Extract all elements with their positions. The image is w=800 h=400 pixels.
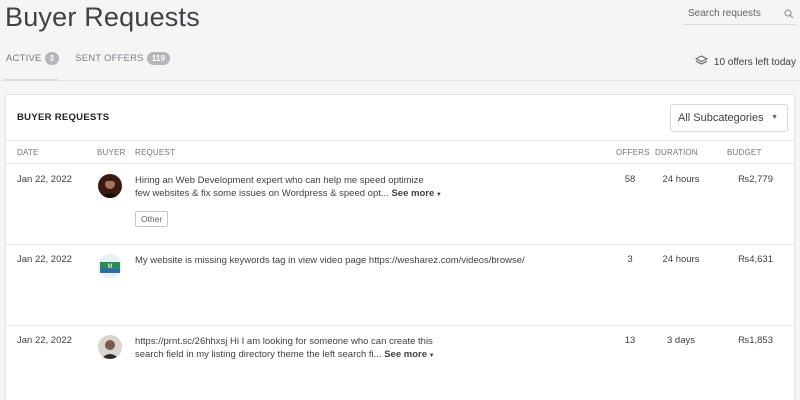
avatar[interactable]: M [98,254,122,278]
search-input[interactable]: Search requests [683,3,796,25]
table-row[interactable]: Jan 22, 2022 Hiring an Web Development e… [6,165,794,245]
offers-left-indicator: 10 offers left today [694,55,796,70]
row-budget: ₨4,631 [738,254,773,265]
see-more-link[interactable]: See more ▼ [391,188,441,199]
avatar[interactable] [98,335,122,359]
col-duration: DURATION [655,148,698,157]
row-duration: 24 hours [662,174,700,185]
request-text: My website is missing keywords tag in vi… [135,254,555,267]
search-icon[interactable] [782,7,796,21]
row-date: Jan 22, 2022 [17,174,72,185]
request-line: Hiring an Web Development expert who can… [135,175,424,186]
table-header: DATE BUYER REQUEST OFFERS DURATION BUDGE… [6,141,794,164]
tabs: ACTIVE 3 SENT OFFERS 119 [6,52,171,65]
see-more-label: See more [384,349,427,360]
request-line: My website is missing keywords tag in vi… [135,255,525,266]
request-text: https://prnt.sc/26hhxsj Hi I am looking … [135,335,455,363]
chevron-down-icon: ▼ [434,192,442,198]
row-budget: ₨1,853 [738,335,773,346]
row-offers: 58 [624,174,636,185]
svg-text:M: M [108,264,113,270]
subcategory-select[interactable]: All Subcategories ▼ [670,104,788,132]
table-row[interactable]: Jan 22, 2022 https://prnt.sc/26hhxsj Hi … [6,326,794,400]
row-budget: ₨2,779 [738,174,773,185]
row-date: Jan 22, 2022 [17,335,72,346]
request-line: search field in my listing directory the… [135,348,455,363]
request-line-text: search field in my listing directory the… [135,349,382,360]
tab-divider [0,80,800,81]
see-more-label: See more [391,188,435,199]
page-title: Buyer Requests [5,2,200,32]
row-date: Jan 22, 2022 [17,254,72,265]
active-tab-indicator [4,79,58,81]
card-title: BUYER REQUESTS [17,112,110,123]
chevron-down-icon: ▼ [427,353,435,359]
see-more-link[interactable]: See more ▼ [384,349,434,360]
request-line: https://prnt.sc/26hhxsj Hi I am looking … [135,336,433,347]
tab-sent-offers[interactable]: SENT OFFERS 119 [75,52,171,65]
col-request: REQUEST [135,148,176,157]
row-duration: 24 hours [662,254,700,265]
table-row[interactable]: Jan 22, 2022 M My website is missing key… [6,245,794,326]
request-line-text: few websites & fix some issues on Wordpr… [135,188,389,199]
request-line: few websites & fix some issues on Wordpr… [135,187,455,202]
row-offers: 13 [624,335,636,346]
request-text: Hiring an Web Development expert who can… [135,174,455,202]
row-offers: 3 [627,254,633,265]
tab-label: SENT OFFERS [75,53,144,64]
col-budget: BUDGET [727,148,762,157]
chevron-down-icon: ▼ [771,114,778,121]
tab-active[interactable]: ACTIVE 3 [6,52,60,65]
count-badge: 119 [146,52,171,65]
buyer-requests-card: BUYER REQUESTS All Subcategories ▼ DATE … [5,94,795,400]
subcategory-value: All Subcategories [678,112,764,124]
tab-label: ACTIVE [6,53,42,64]
col-date: DATE [17,148,39,157]
layers-icon [694,55,709,70]
search-placeholder: Search requests [688,8,761,19]
col-buyer: BUYER [97,148,126,157]
col-offers: OFFERS [616,148,650,157]
count-badge: 3 [44,52,60,65]
category-tag: Other [135,211,169,227]
offers-left-text: 10 offers left today [713,57,796,68]
avatar[interactable] [98,174,122,198]
card-header: BUYER REQUESTS All Subcategories ▼ [6,95,794,141]
row-duration: 3 days [667,335,695,346]
